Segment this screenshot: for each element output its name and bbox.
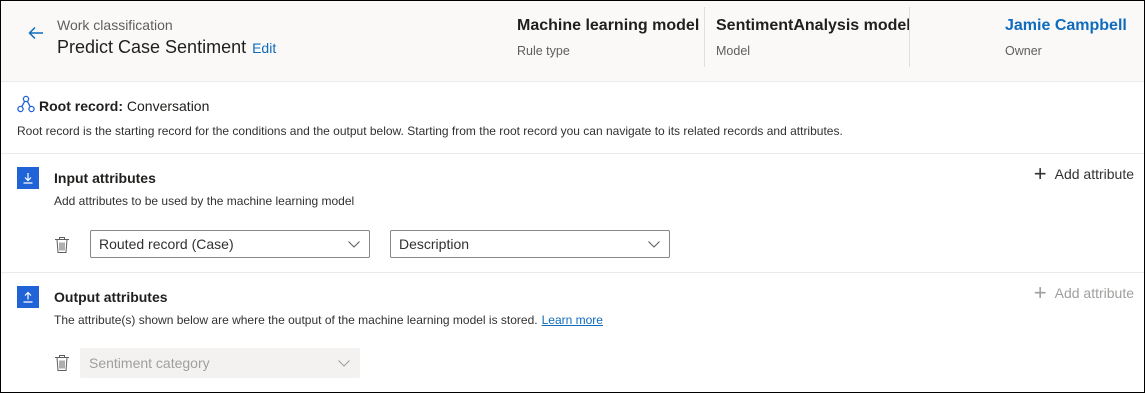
attribute-select-value: Description <box>399 236 470 252</box>
add-output-attribute-button[interactable]: + Add attribute <box>1033 280 1134 305</box>
edit-link[interactable]: Edit <box>252 40 276 56</box>
back-arrow-icon[interactable] <box>26 23 46 43</box>
root-record-value: Conversation <box>126 97 210 114</box>
output-attributes-title: Output attributes <box>54 289 168 305</box>
root-record-label: Root record: <box>39 97 123 114</box>
add-attribute-label: Add attribute <box>1054 166 1134 182</box>
download-icon <box>17 167 39 189</box>
root-record-description: Root record is the starting record for t… <box>17 124 843 138</box>
add-attribute-label: Add attribute <box>1054 285 1134 301</box>
chevron-down-icon <box>338 360 350 367</box>
header-bar: Work classification Predict Case Sentime… <box>1 1 1144 82</box>
output-attribute-select[interactable]: Sentiment category <box>80 348 360 378</box>
rule-type-field: Machine learning model Rule type <box>517 17 699 58</box>
input-attributes-description: Add attributes to be used by the machine… <box>54 194 355 208</box>
chevron-down-icon <box>348 241 360 248</box>
learn-more-link[interactable]: Learn more <box>542 313 603 327</box>
input-attributes-title: Input attributes <box>54 170 156 186</box>
section-divider <box>1 272 1144 273</box>
rule-type-label: Rule type <box>517 44 570 58</box>
record-select-value: Routed record (Case) <box>99 236 234 252</box>
output-attribute-value: Sentiment category <box>89 355 210 371</box>
page-title-group: Predict Case Sentiment Edit <box>57 37 276 58</box>
owner-value[interactable]: Jamie Campbell <box>1005 17 1127 35</box>
output-description-text: The attribute(s) shown below are where t… <box>54 313 538 327</box>
model-value: SentimentAnalysis model <box>716 17 911 34</box>
breadcrumb: Work classification <box>57 17 173 33</box>
rule-type-value: Machine learning model <box>517 17 700 34</box>
owner-field: Jamie Campbell Owner <box>1005 17 1127 58</box>
root-record-section: Root record: Conversation Root record is… <box>17 95 1127 138</box>
section-divider <box>1 153 1144 154</box>
owner-label: Owner <box>1005 44 1042 58</box>
model-label: Model <box>716 44 751 58</box>
attribute-select[interactable]: Description <box>390 230 670 258</box>
model-field: SentimentAnalysis model Model <box>716 17 911 58</box>
trash-icon[interactable] <box>54 236 70 254</box>
chevron-down-icon <box>648 241 660 248</box>
header-divider <box>704 7 705 67</box>
root-record-icon <box>17 95 39 116</box>
plus-icon: + <box>1033 280 1047 305</box>
add-input-attribute-button[interactable]: + Add attribute <box>1033 161 1134 186</box>
page-title: Predict Case Sentiment <box>57 37 247 57</box>
header-divider <box>909 7 910 67</box>
trash-icon[interactable] <box>54 354 70 372</box>
upload-icon <box>17 286 39 308</box>
root-record-heading: Root record: Conversation <box>17 95 1127 116</box>
output-attributes-description: The attribute(s) shown below are where t… <box>54 313 603 327</box>
plus-icon: + <box>1033 161 1047 186</box>
rule-detail-panel: Work classification Predict Case Sentime… <box>0 0 1145 393</box>
record-select[interactable]: Routed record (Case) <box>90 230 370 258</box>
